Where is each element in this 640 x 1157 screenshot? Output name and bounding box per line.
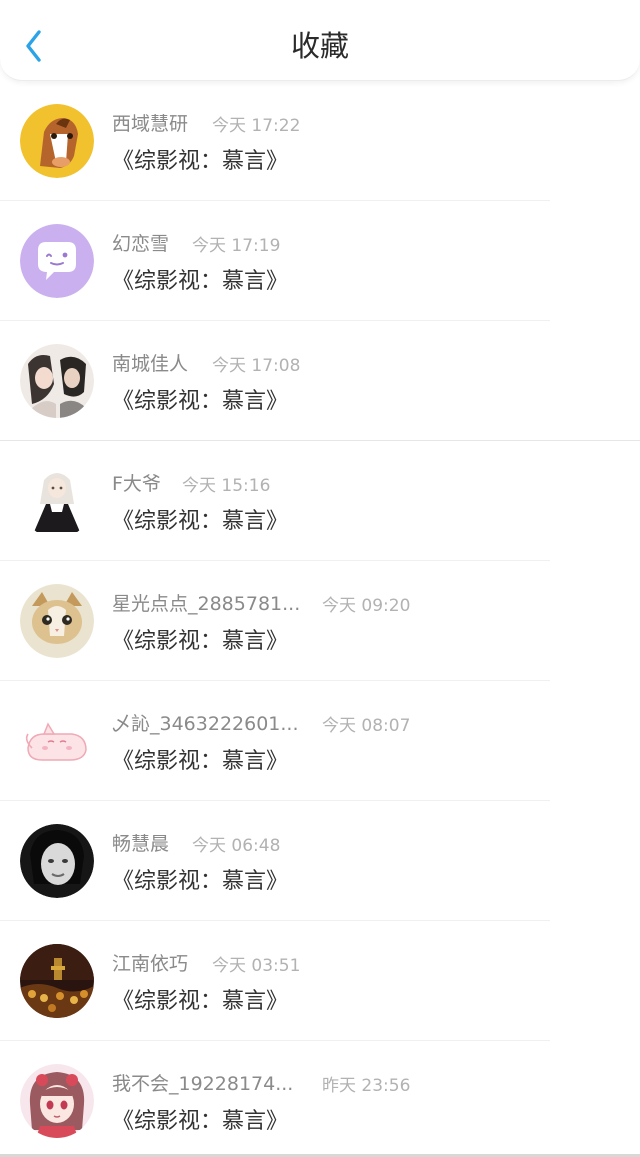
page-title: 收藏	[290, 29, 349, 63]
list-item[interactable]: F大爷 今天 15:16 《综影视：慕言》	[0, 441, 640, 561]
avatar[interactable]	[20, 584, 94, 658]
user-name: F大爷	[112, 473, 161, 495]
avatar[interactable]	[20, 224, 94, 298]
timestamp: 今天 09:20	[322, 596, 411, 616]
book-title: 《综影视：慕言》	[112, 269, 289, 294]
book-title: 《综影视：慕言》	[112, 389, 289, 414]
book-title: 《综影视：慕言》	[112, 149, 289, 174]
timestamp: 今天 15:16	[182, 476, 271, 496]
book-title: 《综影视：慕言》	[112, 1109, 289, 1134]
avatar[interactable]	[20, 464, 94, 538]
avatar[interactable]	[20, 344, 94, 418]
list-item[interactable]: 畅慧晨 今天 06:48 《综影视：慕言》	[0, 801, 640, 921]
list-item[interactable]: 幻恋雪 今天 17:19 《综影视：慕言》	[0, 201, 640, 321]
user-name: 畅慧晨	[112, 833, 170, 855]
list-item[interactable]: 星光点点_2885781... 今天 09:20 《综影视：慕言》	[0, 561, 640, 681]
book-title: 《综影视：慕言》	[112, 989, 289, 1014]
favorites-list: 西域慧研 今天 17:22 《综影视：慕言》 幻恋雪 今天 17:19 《综影视…	[0, 81, 640, 1157]
timestamp: 今天 03:51	[212, 956, 301, 976]
horse-avatar-icon	[20, 104, 94, 178]
pink-cat-icon	[20, 704, 94, 778]
book-title: 《综影视：慕言》	[112, 869, 289, 894]
user-name: 星光点点_2885781...	[112, 593, 301, 615]
list-item[interactable]: 南城佳人 今天 17:08 《综影视：慕言》	[0, 321, 640, 441]
kitten-photo-icon	[20, 584, 94, 658]
book-title: 《综影视：慕言》	[112, 509, 289, 534]
favorites-screen: 收藏 西域慧研 今天 17:22 《综影视：慕言》 幻恋雪 今天 17:19 《…	[0, 0, 640, 1157]
timestamp: 今天 17:19	[192, 236, 281, 256]
timestamp: 今天 06:48	[192, 836, 281, 856]
chat-bubble-icon	[20, 224, 94, 298]
couple-photo-icon	[20, 344, 94, 418]
anime-girl-pink-icon	[20, 1064, 94, 1138]
user-name: 西域慧研	[112, 113, 189, 135]
avatar[interactable]	[20, 704, 94, 778]
timestamp: 今天 17:08	[212, 356, 301, 376]
scenery-photo-icon	[20, 944, 94, 1018]
timestamp: 今天 17:22	[212, 116, 301, 136]
list-item[interactable]: 乄訫_3463222601... 今天 08:07 《综影视：慕言》	[0, 681, 640, 801]
top-bar: 收藏	[0, 0, 640, 81]
avatar[interactable]	[20, 1064, 94, 1138]
timestamp: 今天 08:07	[322, 716, 411, 736]
book-title: 《综影视：慕言》	[112, 749, 289, 774]
anime-girl-icon	[20, 464, 94, 538]
timestamp: 昨天 23:56	[322, 1076, 411, 1096]
list-item[interactable]: 我不会_19228174... 昨天 23:56 《综影视：慕言》	[0, 1041, 640, 1157]
user-name: 南城佳人	[112, 353, 189, 375]
avatar[interactable]	[20, 944, 94, 1018]
user-name: 我不会_19228174...	[112, 1073, 294, 1095]
book-title: 《综影视：慕言》	[112, 629, 289, 654]
avatar[interactable]	[20, 824, 94, 898]
user-name: 乄訫_3463222601...	[112, 713, 299, 735]
user-name: 幻恋雪	[112, 233, 170, 255]
list-item[interactable]: 江南依巧 今天 03:51 《综影视：慕言》	[0, 921, 640, 1041]
avatar[interactable]	[20, 104, 94, 178]
list-item[interactable]: 西域慧研 今天 17:22 《综影视：慕言》	[0, 81, 640, 201]
portrait-photo-icon	[20, 824, 94, 898]
user-name: 江南依巧	[112, 953, 189, 975]
